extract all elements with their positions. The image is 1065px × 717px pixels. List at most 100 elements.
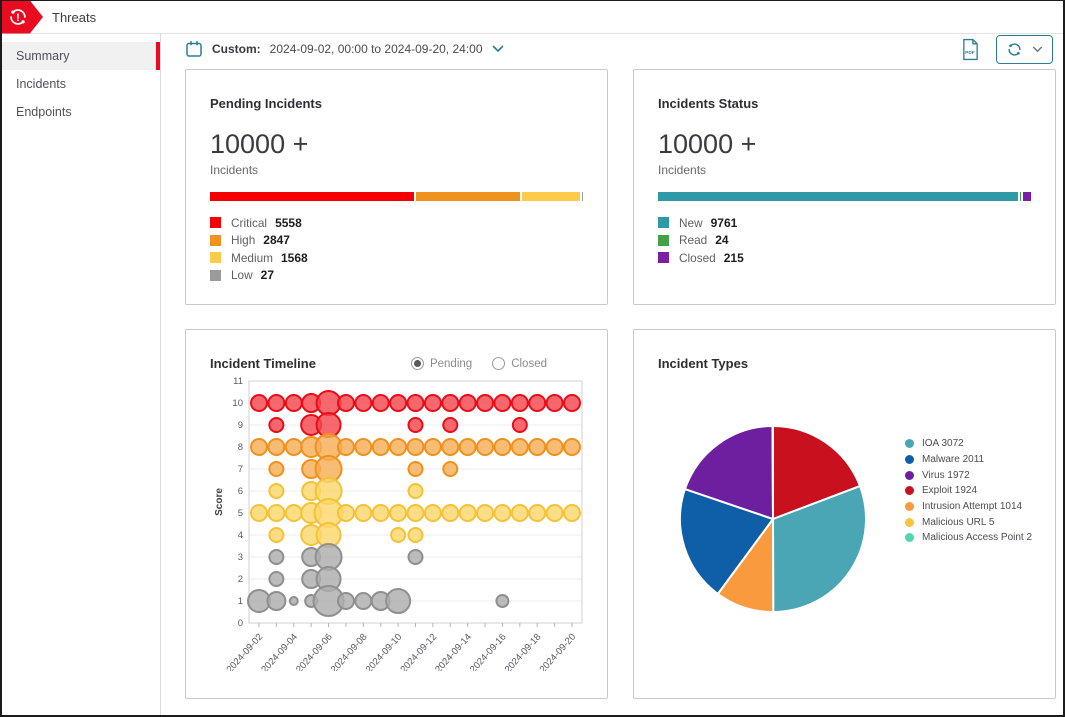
svg-text:1: 1 bbox=[238, 596, 243, 607]
svg-text:2024-09-12: 2024-09-12 bbox=[398, 632, 439, 671]
svg-text:2024-09-10: 2024-09-10 bbox=[364, 632, 405, 671]
legend-item-medium: Medium 1568 bbox=[210, 249, 583, 267]
legend-dot bbox=[905, 518, 914, 527]
pending-incidents-unit: Incidents bbox=[210, 163, 583, 177]
legend-swatch bbox=[658, 217, 669, 228]
incident-timeline-card: Incident Timeline Pending Closed bbox=[185, 329, 608, 699]
card-title: Incident Types bbox=[658, 356, 1031, 371]
incidents-status-legend: New 9761 Read 24 Closed 215 bbox=[658, 214, 1031, 267]
radio-pending[interactable]: Pending bbox=[411, 357, 472, 370]
legend-label: Exploit 1924 bbox=[922, 485, 977, 496]
incidents-status-bar bbox=[658, 192, 1031, 201]
incident-types-pie-chart bbox=[673, 419, 873, 619]
card-title: Incidents Status bbox=[658, 96, 1031, 111]
svg-text:2024-09-02: 2024-09-02 bbox=[225, 632, 266, 671]
pending-incidents-card: Pending Incidents 10000 + Incidents Crit… bbox=[185, 69, 608, 305]
chevron-down-icon bbox=[492, 45, 504, 53]
svg-text:2024-09-04: 2024-09-04 bbox=[259, 632, 300, 671]
legend-label: Virus 1972 bbox=[922, 470, 970, 481]
sidebar: SummaryIncidentsEndpoints bbox=[2, 34, 161, 715]
svg-text:2024-09-06: 2024-09-06 bbox=[294, 632, 335, 671]
svg-text:!: ! bbox=[16, 12, 20, 24]
radio-closed[interactable]: Closed bbox=[492, 357, 547, 370]
bar-segment-new bbox=[658, 192, 1018, 201]
legend-label: Closed bbox=[679, 251, 716, 265]
radio-dot bbox=[492, 357, 505, 370]
legend-label: Malicious Access Point 2 bbox=[922, 532, 1032, 543]
legend-dot bbox=[905, 439, 914, 448]
incident-types-card: Incident Types IOA 3072 Malware 2011 Virus… bbox=[633, 329, 1056, 699]
incidents-status-card: Incidents Status 10000 + Incidents New 97… bbox=[633, 69, 1056, 305]
legend-label: Medium bbox=[231, 251, 273, 265]
legend-label: Read bbox=[679, 233, 707, 247]
export-pdf-button[interactable]: PDF bbox=[961, 38, 980, 61]
incident-types-legend: IOA 3072 Malware 2011 Virus 1972 Exploit 19… bbox=[905, 436, 1032, 546]
svg-text:0: 0 bbox=[238, 618, 243, 629]
sidebar-item-incidents[interactable]: Incidents bbox=[2, 70, 160, 98]
legend-value: 9761 bbox=[711, 216, 738, 230]
legend-dot bbox=[905, 486, 914, 495]
legend-dot bbox=[905, 502, 914, 511]
legend-item-critical: Critical 5558 bbox=[210, 214, 583, 232]
radio-label: Closed bbox=[511, 358, 547, 370]
legend-dot bbox=[905, 533, 914, 542]
legend-swatch bbox=[658, 252, 669, 263]
legend-item-malicious-url: Malicious URL 5 bbox=[905, 514, 1032, 530]
svg-text:8: 8 bbox=[238, 442, 243, 453]
refresh-button[interactable] bbox=[996, 35, 1053, 64]
toolbar: Custom: 2024-09-02, 00:00 to 2024-09-20,… bbox=[185, 34, 1053, 64]
sidebar-item-endpoints[interactable]: Endpoints bbox=[2, 98, 160, 126]
svg-text:5: 5 bbox=[238, 508, 243, 519]
pdf-export-icon: PDF bbox=[961, 38, 980, 61]
legend-value: 24 bbox=[715, 233, 728, 247]
svg-text:Score: Score bbox=[214, 488, 225, 516]
legend-label: Intrusion Attempt 1014 bbox=[922, 501, 1022, 512]
card-title: Incident Timeline bbox=[210, 356, 316, 371]
legend-label: Malware 2011 bbox=[922, 454, 984, 465]
legend-item-intrusion-attempt: Intrusion Attempt 1014 bbox=[905, 499, 1032, 515]
date-range-label: Custom: bbox=[212, 42, 261, 56]
chevron-down-icon bbox=[1032, 46, 1043, 53]
legend-item-ioa: IOA 3072 bbox=[905, 436, 1032, 452]
radio-dot bbox=[411, 357, 424, 370]
svg-text:2: 2 bbox=[238, 574, 243, 585]
svg-text:10: 10 bbox=[232, 398, 243, 409]
incident-timeline-bubble-chart: 012345678910112024-09-022024-09-042024-0… bbox=[210, 373, 585, 671]
legend-value: 5558 bbox=[275, 216, 302, 230]
legend-dot bbox=[905, 455, 914, 464]
legend-swatch bbox=[658, 235, 669, 246]
legend-label: New bbox=[679, 216, 703, 230]
legend-item-closed: Closed 215 bbox=[658, 249, 1031, 267]
svg-text:2024-09-18: 2024-09-18 bbox=[503, 632, 544, 671]
threat-sync-icon: ! bbox=[7, 6, 29, 28]
date-range-value: 2024-09-02, 00:00 to 2024-09-20, 24:00 bbox=[270, 42, 483, 56]
legend-label: Critical bbox=[231, 216, 267, 230]
incidents-status-unit: Incidents bbox=[658, 163, 1031, 177]
bar-segment-high bbox=[416, 192, 520, 201]
svg-text:2024-09-20: 2024-09-20 bbox=[538, 632, 579, 671]
legend-value: 215 bbox=[724, 251, 744, 265]
sidebar-item-summary[interactable]: Summary bbox=[2, 42, 160, 70]
card-title: Pending Incidents bbox=[210, 96, 583, 111]
pending-incidents-count: 10000 + bbox=[210, 129, 583, 160]
legend-label: Malicious URL 5 bbox=[922, 517, 994, 528]
incidents-status-count: 10000 + bbox=[658, 129, 1031, 160]
legend-label: High bbox=[231, 233, 255, 247]
legend-value: 2847 bbox=[263, 233, 290, 247]
legend-swatch bbox=[210, 217, 221, 228]
pending-severity-bar bbox=[210, 192, 583, 201]
bar-segment-low bbox=[582, 192, 583, 201]
date-range-selector[interactable]: Custom: 2024-09-02, 00:00 to 2024-09-20,… bbox=[185, 40, 504, 58]
legend-dot bbox=[905, 471, 914, 480]
bar-segment-read bbox=[1020, 192, 1021, 201]
svg-text:2024-09-16: 2024-09-16 bbox=[468, 632, 509, 671]
legend-item-malware: Malware 2011 bbox=[905, 452, 1032, 468]
legend-value: 27 bbox=[261, 268, 274, 282]
legend-item-new: New 9761 bbox=[658, 214, 1031, 232]
svg-text:4: 4 bbox=[238, 530, 243, 541]
svg-text:9: 9 bbox=[238, 420, 243, 431]
legend-item-malicious-access-point: Malicious Access Point 2 bbox=[905, 530, 1032, 546]
svg-text:11: 11 bbox=[233, 376, 243, 387]
legend-value: 1568 bbox=[281, 251, 308, 265]
threats-dashboard: ! Threats SummaryIncidentsEndpoints Cust… bbox=[2, 1, 1063, 715]
